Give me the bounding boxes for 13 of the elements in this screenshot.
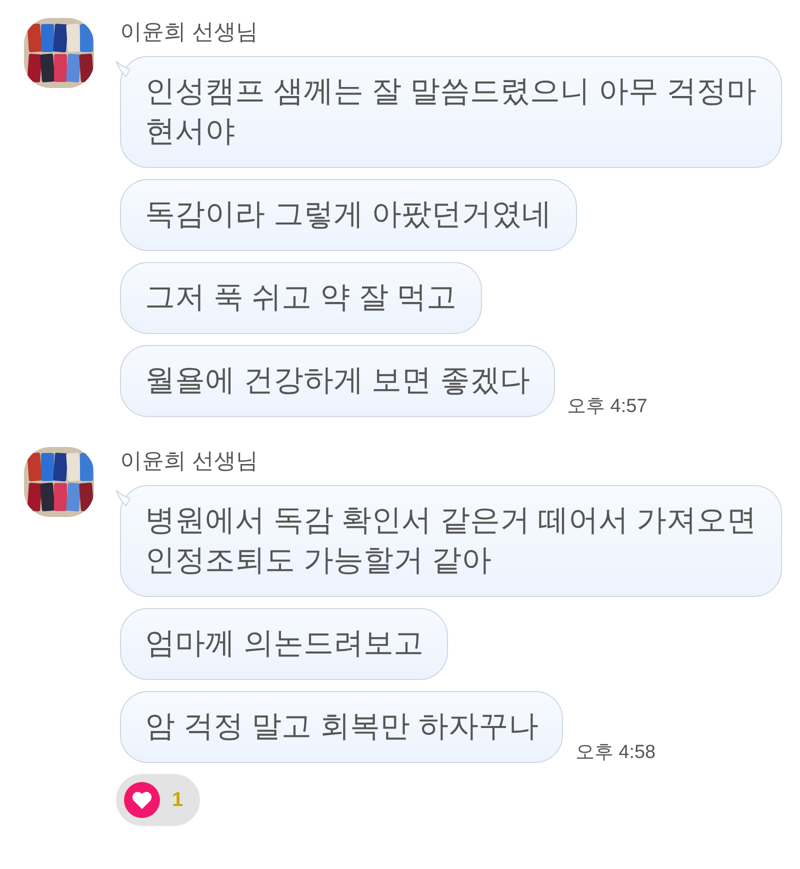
message-text: 병원에서 독감 확인서 같은거 떼어서 가져오면 인정조퇴도 가능할거 같아 bbox=[145, 503, 757, 579]
sender-name: 이윤희 선생님 bbox=[120, 447, 260, 475]
message-text: 그저 푹 쉬고 약 잘 먹고 bbox=[145, 280, 457, 316]
message-text: 인성캠프 샘께는 잘 말씀드렸으니 아무 걱정마 현서야 bbox=[145, 74, 757, 150]
message-text: 독감이라 그렇게 아팠던거였네 bbox=[145, 197, 552, 233]
message-text: 엄마께 의논드려보고 bbox=[145, 626, 424, 662]
reaction-count: 1 bbox=[172, 788, 184, 813]
reaction-chip[interactable]: 1 bbox=[116, 774, 200, 826]
message-text: 암 걱정 말고 회복만 하자꾸나 bbox=[145, 709, 538, 745]
message-text: 월욜에 건강하게 보면 좋겠다 bbox=[145, 363, 530, 399]
timestamp: 오후 4:58 bbox=[575, 740, 656, 764]
timestamp: 오후 4:57 bbox=[567, 394, 648, 418]
sender-name: 이윤희 선생님 bbox=[120, 18, 260, 46]
